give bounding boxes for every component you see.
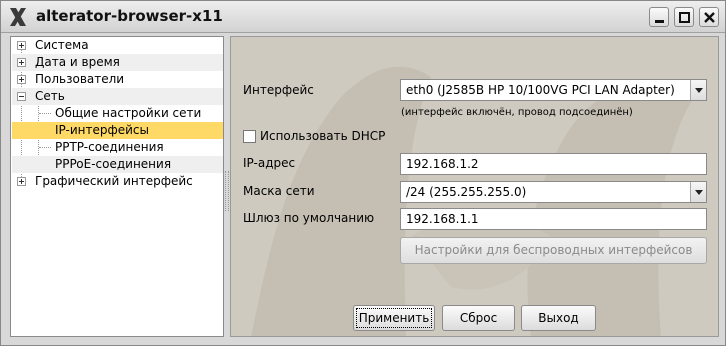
dhcp-label[interactable]: Использовать DHCP [260, 129, 385, 143]
tree-item-graphics[interactable]: Графический интерфейс [12, 173, 223, 190]
apply-button[interactable]: Применить [353, 305, 435, 331]
minimize-button[interactable] [649, 7, 669, 27]
expand-icon[interactable] [17, 75, 26, 84]
tree-item-label: Общие настройки сети [55, 106, 202, 120]
wireless-settings-button[interactable]: Настройки для беспроводных интерфейсов [400, 237, 707, 264]
chevron-down-icon[interactable] [690, 182, 706, 202]
window-title: alterator-browser-x11 [36, 7, 223, 25]
tree-item-label: IP-интерфейсы [55, 123, 149, 137]
netmask-select-value: /24 (255.255.255.0) [406, 185, 527, 199]
expand-icon[interactable] [17, 41, 26, 50]
gateway-input[interactable]: 192.168.1.1 [400, 208, 707, 230]
navigation-tree[interactable]: Система Дата и время Пользователи Сеть О… [10, 36, 224, 337]
tree-item-sistema[interactable]: Система [12, 37, 223, 54]
x-logo-icon [7, 6, 29, 28]
tree-item-pptp[interactable]: PPTP-соединения [12, 139, 223, 156]
tree-item-pppoe[interactable]: PPPoE-соединения [12, 156, 223, 173]
close-icon [704, 12, 715, 23]
tree-item-label: Система [35, 38, 89, 52]
maximize-button[interactable] [674, 7, 694, 27]
tree-item-network[interactable]: Сеть [12, 88, 223, 105]
expand-icon[interactable] [17, 177, 26, 186]
interface-select[interactable]: eth0 (J2585B HP 10/100VG PCI LAN Adapter… [400, 79, 707, 101]
ip-address-input[interactable]: 192.168.1.2 [400, 153, 707, 175]
netmask-label: Маска сети [243, 184, 315, 198]
interface-label: Интерфейс [243, 83, 314, 97]
interface-select-value: eth0 (J2585B HP 10/100VG PCI LAN Adapter… [406, 83, 675, 97]
chevron-down-icon[interactable] [690, 80, 706, 100]
tree-item-label: Графический интерфейс [35, 174, 193, 188]
tree-item-label: Сеть [35, 89, 65, 103]
tree-item-label: PPTP-соединения [55, 140, 164, 154]
tree-item-label: Дата и время [35, 55, 120, 69]
collapse-icon[interactable] [17, 92, 26, 101]
app-window: alterator-browser-x11 Система Дата и вре… [0, 0, 726, 346]
tree-item-network-general[interactable]: Общие настройки сети [12, 105, 223, 122]
exit-button[interactable]: Выход [521, 305, 596, 331]
tree-item-date-time[interactable]: Дата и время [12, 54, 223, 71]
maximize-icon [679, 12, 690, 23]
minimize-icon [655, 20, 664, 23]
interface-status-text: (интерфейс включён, провод подсоединён) [401, 107, 633, 118]
title-bar[interactable]: alterator-browser-x11 [1, 1, 725, 33]
tree-item-label: Пользователи [35, 72, 125, 86]
close-button[interactable] [699, 7, 719, 27]
netmask-select[interactable]: /24 (255.255.255.0) [400, 181, 707, 203]
dhcp-checkbox[interactable] [243, 130, 256, 143]
panel-splitter-handle[interactable] [225, 171, 229, 211]
expand-icon[interactable] [17, 58, 26, 67]
gateway-label: Шлюз по умолчанию [243, 211, 375, 225]
tree-item-ip-interfaces[interactable]: IP-интерфейсы [12, 122, 223, 139]
tree-item-label: PPPoE-соединения [55, 157, 172, 171]
tree-item-users[interactable]: Пользователи [12, 71, 223, 88]
ip-address-label: IP-адрес [243, 156, 296, 170]
reset-button[interactable]: Сброс [442, 305, 515, 331]
content-panel: Интерфейс eth0 (J2585B HP 10/100VG PCI L… [230, 36, 719, 337]
